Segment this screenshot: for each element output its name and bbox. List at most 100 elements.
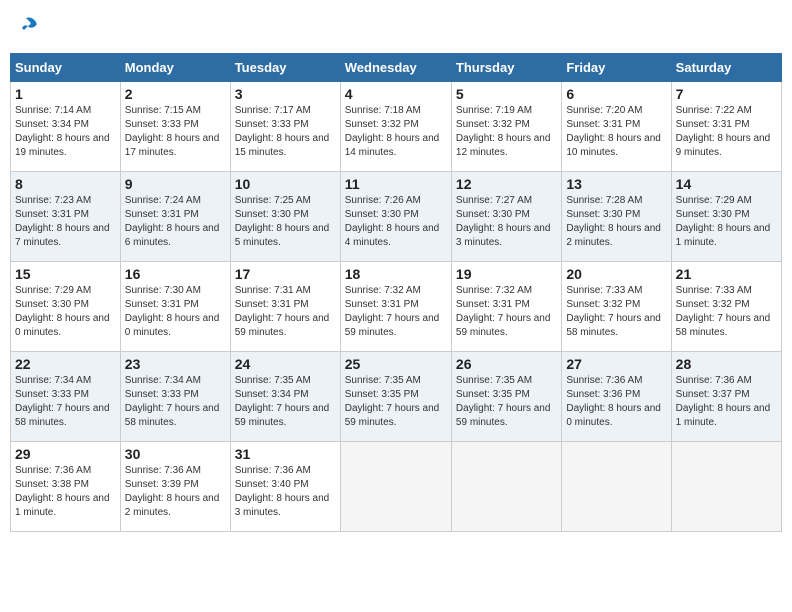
cell-date: 27 <box>566 356 666 372</box>
cell-date: 28 <box>676 356 777 372</box>
cell-date: 20 <box>566 266 666 282</box>
calendar-cell: 10 Sunrise: 7:25 AM Sunset: 3:30 PM Dayli… <box>230 172 340 262</box>
cell-date: 10 <box>235 176 336 192</box>
calendar-cell <box>451 442 561 532</box>
cell-date: 22 <box>15 356 116 372</box>
week-row-2: 8Sunrise: 7:23 AM Sunset: 3:31 PM Daylig… <box>11 172 782 262</box>
calendar-cell: 4 Sunrise: 7:18 AM Sunset: 3:32 PM Daylig… <box>340 82 451 172</box>
week-row-5: 29Sunrise: 7:36 AM Sunset: 3:38 PM Dayli… <box>11 442 782 532</box>
calendar-table: SundayMondayTuesdayWednesdayThursdayFrid… <box>10 53 782 532</box>
cell-info: Sunrise: 7:31 AM Sunset: 3:31 PM Dayligh… <box>235 284 336 340</box>
day-header-wednesday: Wednesday <box>340 54 451 82</box>
cell-info: Sunrise: 7:36 AM Sunset: 3:39 PM Dayligh… <box>125 464 226 520</box>
calendar-cell: 14 Sunrise: 7:29 AM Sunset: 3:30 PM Dayli… <box>671 172 781 262</box>
calendar-cell: 19 Sunrise: 7:32 AM Sunset: 3:31 PM Dayli… <box>451 262 561 352</box>
logo-bird-icon <box>18 14 40 36</box>
cell-info: Sunrise: 7:25 AM Sunset: 3:30 PM Dayligh… <box>235 194 336 250</box>
calendar-cell: 15 Sunrise: 7:29 AM Sunset: 3:30 PM Dayli… <box>11 262 121 352</box>
cell-info: Sunrise: 7:15 AM Sunset: 3:33 PM Dayligh… <box>125 104 226 160</box>
cell-info: Sunrise: 7:19 AM Sunset: 3:32 PM Dayligh… <box>456 104 557 160</box>
calendar-cell <box>671 442 781 532</box>
cell-info: Sunrise: 7:14 AM Sunset: 3:34 PM Dayligh… <box>15 104 116 160</box>
cell-info: Sunrise: 7:33 AM Sunset: 3:32 PM Dayligh… <box>566 284 666 340</box>
cell-info: Sunrise: 7:24 AM Sunset: 3:31 PM Dayligh… <box>125 194 226 250</box>
cell-info: Sunrise: 7:22 AM Sunset: 3:31 PM Dayligh… <box>676 104 777 160</box>
day-header-tuesday: Tuesday <box>230 54 340 82</box>
calendar-cell: 31Sunrise: 7:36 AM Sunset: 3:40 PM Dayli… <box>230 442 340 532</box>
calendar-cell: 6 Sunrise: 7:20 AM Sunset: 3:31 PM Daylig… <box>562 82 671 172</box>
cell-info: Sunrise: 7:36 AM Sunset: 3:40 PM Dayligh… <box>235 464 336 520</box>
cell-date: 16 <box>125 266 226 282</box>
calendar-cell: 16 Sunrise: 7:30 AM Sunset: 3:31 PM Dayli… <box>120 262 230 352</box>
cell-info: Sunrise: 7:29 AM Sunset: 3:30 PM Dayligh… <box>15 284 116 340</box>
cell-info: Sunrise: 7:30 AM Sunset: 3:31 PM Dayligh… <box>125 284 226 340</box>
calendar-cell: 3 Sunrise: 7:17 AM Sunset: 3:33 PM Daylig… <box>230 82 340 172</box>
week-row-3: 15 Sunrise: 7:29 AM Sunset: 3:30 PM Dayli… <box>11 262 782 352</box>
cell-date: 13 <box>566 176 666 192</box>
cell-date: 6 <box>566 86 666 102</box>
cell-info: Sunrise: 7:18 AM Sunset: 3:32 PM Dayligh… <box>345 104 447 160</box>
calendar-cell: 2 Sunrise: 7:15 AM Sunset: 3:33 PM Daylig… <box>120 82 230 172</box>
cell-date: 5 <box>456 86 557 102</box>
cell-info: Sunrise: 7:28 AM Sunset: 3:30 PM Dayligh… <box>566 194 666 250</box>
calendar-cell: 22 Sunrise: 7:34 AM Sunset: 3:33 PM Dayli… <box>11 352 121 442</box>
cell-date: 19 <box>456 266 557 282</box>
cell-info: Sunrise: 7:36 AM Sunset: 3:36 PM Dayligh… <box>566 374 666 430</box>
cell-date: 2 <box>125 86 226 102</box>
calendar-cell: 28Sunrise: 7:36 AM Sunset: 3:37 PM Dayli… <box>671 352 781 442</box>
logo <box>16 14 40 41</box>
day-header-thursday: Thursday <box>451 54 561 82</box>
cell-date: 14 <box>676 176 777 192</box>
calendar-cell: 9Sunrise: 7:24 AM Sunset: 3:31 PM Daylig… <box>120 172 230 262</box>
calendar-cell: 12 Sunrise: 7:27 AM Sunset: 3:30 PM Dayli… <box>451 172 561 262</box>
cell-date: 12 <box>456 176 557 192</box>
cell-info: Sunrise: 7:33 AM Sunset: 3:32 PM Dayligh… <box>676 284 777 340</box>
calendar-cell: 17 Sunrise: 7:31 AM Sunset: 3:31 PM Dayli… <box>230 262 340 352</box>
calendar-cell: 1Sunrise: 7:14 AM Sunset: 3:34 PM Daylig… <box>11 82 121 172</box>
day-header-friday: Friday <box>562 54 671 82</box>
cell-date: 29 <box>15 446 116 462</box>
cell-date: 4 <box>345 86 447 102</box>
day-header-monday: Monday <box>120 54 230 82</box>
cell-date: 11 <box>345 176 447 192</box>
calendar-cell: 26Sunrise: 7:35 AM Sunset: 3:35 PM Dayli… <box>451 352 561 442</box>
cell-info: Sunrise: 7:34 AM Sunset: 3:33 PM Dayligh… <box>15 374 116 430</box>
calendar-cell: 5 Sunrise: 7:19 AM Sunset: 3:32 PM Daylig… <box>451 82 561 172</box>
cell-info: Sunrise: 7:35 AM Sunset: 3:35 PM Dayligh… <box>345 374 447 430</box>
calendar-cell: 18Sunrise: 7:32 AM Sunset: 3:31 PM Dayli… <box>340 262 451 352</box>
calendar-cell: 21 Sunrise: 7:33 AM Sunset: 3:32 PM Dayli… <box>671 262 781 352</box>
cell-info: Sunrise: 7:29 AM Sunset: 3:30 PM Dayligh… <box>676 194 777 250</box>
cell-date: 25 <box>345 356 447 372</box>
cell-date: 7 <box>676 86 777 102</box>
day-header-row: SundayMondayTuesdayWednesdayThursdayFrid… <box>11 54 782 82</box>
cell-info: Sunrise: 7:35 AM Sunset: 3:34 PM Dayligh… <box>235 374 336 430</box>
cell-date: 17 <box>235 266 336 282</box>
calendar-cell: 27 Sunrise: 7:36 AM Sunset: 3:36 PM Dayli… <box>562 352 671 442</box>
calendar-cell: 30 Sunrise: 7:36 AM Sunset: 3:39 PM Dayli… <box>120 442 230 532</box>
calendar-cell: 23 Sunrise: 7:34 AM Sunset: 3:33 PM Dayli… <box>120 352 230 442</box>
calendar-cell: 24 Sunrise: 7:35 AM Sunset: 3:34 PM Dayli… <box>230 352 340 442</box>
cell-date: 26 <box>456 356 557 372</box>
cell-date: 21 <box>676 266 777 282</box>
header <box>10 10 782 45</box>
cell-info: Sunrise: 7:32 AM Sunset: 3:31 PM Dayligh… <box>456 284 557 340</box>
cell-info: Sunrise: 7:26 AM Sunset: 3:30 PM Dayligh… <box>345 194 447 250</box>
calendar-cell: 11 Sunrise: 7:26 AM Sunset: 3:30 PM Dayli… <box>340 172 451 262</box>
day-header-saturday: Saturday <box>671 54 781 82</box>
cell-info: Sunrise: 7:17 AM Sunset: 3:33 PM Dayligh… <box>235 104 336 160</box>
cell-date: 24 <box>235 356 336 372</box>
cell-info: Sunrise: 7:23 AM Sunset: 3:31 PM Dayligh… <box>15 194 116 250</box>
day-header-sunday: Sunday <box>11 54 121 82</box>
calendar-cell: 7 Sunrise: 7:22 AM Sunset: 3:31 PM Daylig… <box>671 82 781 172</box>
calendar-cell: 20 Sunrise: 7:33 AM Sunset: 3:32 PM Dayli… <box>562 262 671 352</box>
cell-info: Sunrise: 7:27 AM Sunset: 3:30 PM Dayligh… <box>456 194 557 250</box>
cell-info: Sunrise: 7:34 AM Sunset: 3:33 PM Dayligh… <box>125 374 226 430</box>
cell-date: 30 <box>125 446 226 462</box>
cell-date: 3 <box>235 86 336 102</box>
cell-date: 15 <box>15 266 116 282</box>
calendar-cell: 13 Sunrise: 7:28 AM Sunset: 3:30 PM Dayli… <box>562 172 671 262</box>
cell-date: 23 <box>125 356 226 372</box>
cell-info: Sunrise: 7:20 AM Sunset: 3:31 PM Dayligh… <box>566 104 666 160</box>
calendar-cell: 8Sunrise: 7:23 AM Sunset: 3:31 PM Daylig… <box>11 172 121 262</box>
calendar-cell <box>562 442 671 532</box>
